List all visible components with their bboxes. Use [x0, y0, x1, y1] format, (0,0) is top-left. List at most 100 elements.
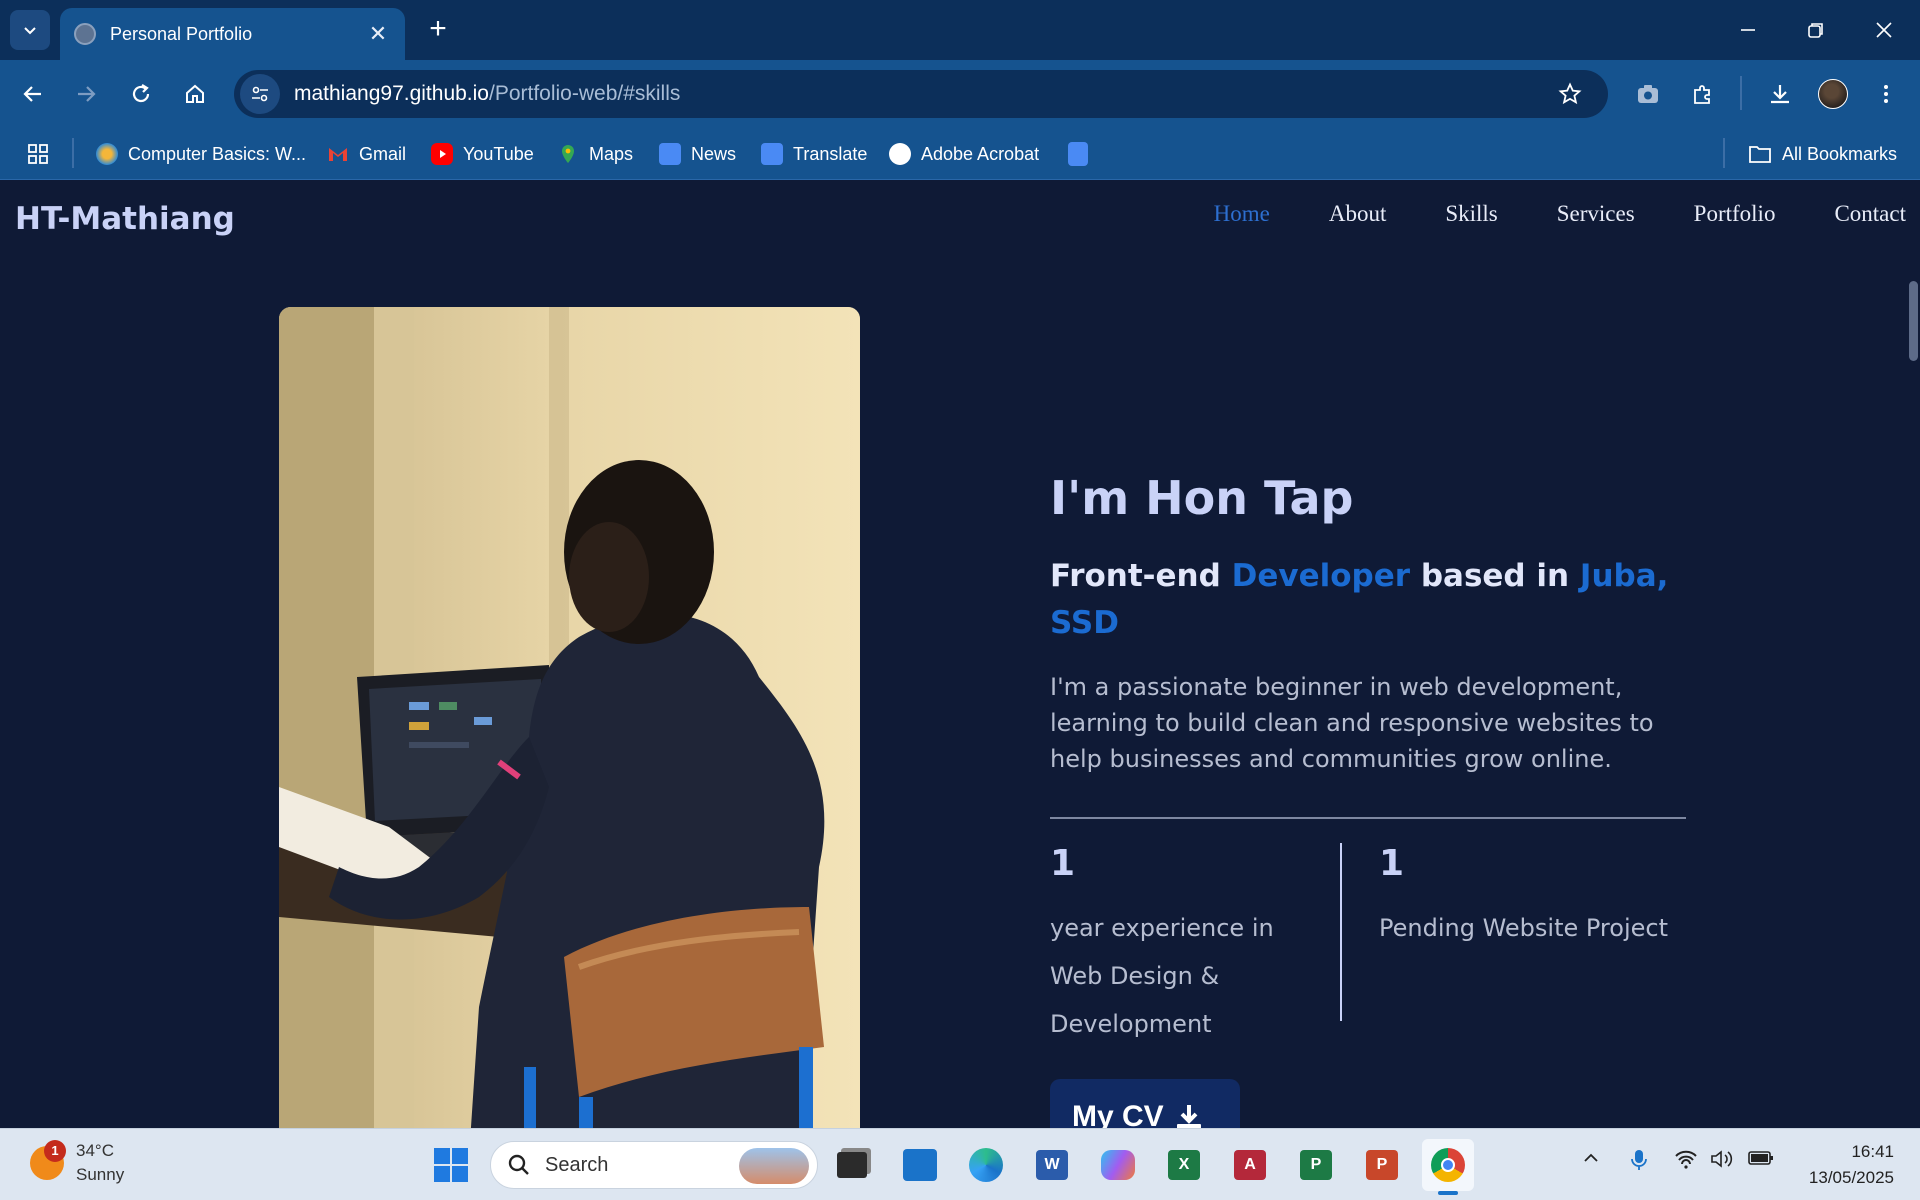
bookmarks-separator	[1723, 138, 1725, 168]
bookmarks-bar: Computer Basics: W... Gmail YouTube Maps…	[0, 128, 1920, 180]
reload-button[interactable]	[121, 74, 161, 114]
bookmark-youtube[interactable]: YouTube	[431, 140, 534, 168]
arrow-left-icon	[23, 86, 41, 102]
hero-subheading: Front-end Developer based in Juba, SSD	[1050, 553, 1690, 647]
show-hidden-icons-button[interactable]	[1582, 1149, 1600, 1173]
microsoft-store-button[interactable]	[894, 1139, 946, 1191]
system-clock[interactable]: 16:41 13/05/2025	[1809, 1139, 1894, 1191]
web-page: HT-Mathiang Home About Skills Services P…	[0, 181, 1906, 1128]
hero-heading: I'm Hon Tap	[1050, 471, 1354, 525]
bookmark-adobe-acrobat[interactable]: Adobe Acrobat	[889, 140, 1039, 168]
active-app-indicator	[1438, 1191, 1458, 1195]
download-icon	[1176, 1105, 1201, 1128]
nav-home[interactable]: Home	[1214, 201, 1270, 227]
task-view-button[interactable]	[826, 1139, 878, 1191]
translate-icon	[761, 143, 783, 165]
screenshot-button[interactable]	[1628, 74, 1668, 114]
powerpoint-button[interactable]: P	[1356, 1139, 1408, 1191]
address-bar[interactable]: mathiang97.github.io/Portfolio-web/#skil…	[234, 70, 1608, 118]
restore-button[interactable]	[1782, 0, 1850, 60]
microphone-button[interactable]	[1630, 1149, 1648, 1177]
taskbar-search[interactable]: Search	[490, 1141, 818, 1189]
close-tab-icon[interactable]: ✕	[365, 21, 391, 47]
folder-icon	[1749, 146, 1771, 163]
extensions-button[interactable]	[1683, 74, 1723, 114]
camera-icon	[1638, 85, 1658, 103]
copilot-button[interactable]	[1092, 1139, 1144, 1191]
word-button[interactable]: W	[1026, 1139, 1078, 1191]
site-nav: Home About Skills Services Portfolio Con…	[1214, 201, 1906, 227]
site-info-button[interactable]	[240, 74, 280, 114]
site-logo[interactable]: HT-Mathiang	[15, 201, 235, 237]
word-icon: W	[1036, 1150, 1068, 1180]
project-button[interactable]: P	[1290, 1139, 1342, 1191]
stats-divider	[1340, 843, 1342, 1021]
wifi-button[interactable]	[1674, 1149, 1698, 1175]
nav-skills[interactable]: Skills	[1445, 201, 1497, 227]
chevron-up-icon	[1584, 1153, 1598, 1162]
clock-date: 13/05/2025	[1808, 1168, 1894, 1187]
access-button[interactable]: A	[1224, 1139, 1276, 1191]
page-scrollbar[interactable]	[1906, 181, 1920, 1128]
stat-projects: 1 Pending Website Project	[1379, 819, 1689, 952]
download-icon	[1771, 85, 1789, 104]
minimize-button[interactable]	[1714, 0, 1782, 60]
powerpoint-icon: P	[1366, 1150, 1398, 1180]
windows-logo-icon	[434, 1148, 468, 1182]
bookmark-news[interactable]: News	[659, 140, 736, 168]
scrollbar-thumb[interactable]	[1909, 281, 1918, 361]
bookmark-maps[interactable]: Maps	[557, 140, 633, 168]
bookmark-computer-basics[interactable]: Computer Basics: W...	[96, 140, 306, 168]
downloads-button[interactable]	[1760, 74, 1800, 114]
toolbar-separator	[1740, 76, 1742, 110]
bookmark-label: Gmail	[359, 143, 407, 164]
edge-button[interactable]	[960, 1139, 1012, 1191]
bookmark-translate[interactable]: Translate	[761, 140, 867, 168]
browser-menu-button[interactable]	[1866, 74, 1906, 114]
all-bookmarks-button[interactable]: All Bookmarks	[1748, 140, 1897, 168]
more-vertical-icon	[1884, 85, 1888, 103]
stats-row: 1 year experience in Web Design & Develo…	[1050, 819, 1690, 1038]
nav-contact[interactable]: Contact	[1834, 201, 1906, 227]
avatar	[1818, 79, 1848, 109]
nav-portfolio[interactable]: Portfolio	[1694, 201, 1776, 227]
url-text[interactable]: mathiang97.github.io/Portfolio-web/#skil…	[294, 82, 1550, 106]
all-bookmarks-label: All Bookmarks	[1782, 143, 1898, 164]
battery-button[interactable]	[1748, 1149, 1774, 1173]
tab-search-button[interactable]	[10, 10, 50, 50]
notification-badge: 1	[44, 1140, 66, 1162]
bookmark-label: Adobe Acrobat	[921, 143, 1040, 164]
bookmark-label: Computer Basics: W...	[128, 143, 307, 164]
volume-button[interactable]	[1710, 1149, 1734, 1175]
home-button[interactable]	[175, 74, 215, 114]
chevron-down-icon	[24, 27, 36, 35]
bookmark-docs[interactable]	[1068, 140, 1098, 168]
start-button[interactable]	[425, 1139, 477, 1191]
youtube-icon	[431, 143, 453, 165]
close-window-button[interactable]	[1850, 0, 1918, 60]
download-cv-button[interactable]: My CV	[1050, 1079, 1240, 1128]
puzzle-icon	[1694, 85, 1710, 104]
apps-button[interactable]	[26, 140, 50, 168]
tab-title: Personal Portfolio	[110, 23, 253, 44]
globe-icon	[889, 143, 911, 165]
active-tab[interactable]: Personal Portfolio ✕	[60, 8, 405, 60]
bookmark-star-button[interactable]	[1550, 74, 1590, 114]
excel-button[interactable]: X	[1158, 1139, 1210, 1191]
globe-icon	[74, 23, 96, 45]
temperature: 34°C	[76, 1141, 114, 1160]
chrome-button[interactable]	[1422, 1139, 1474, 1195]
hero-section: I'm Hon Tap Front-end Developer based in…	[1050, 471, 1690, 1038]
profile-button[interactable]	[1813, 74, 1853, 114]
back-button[interactable]	[13, 74, 53, 114]
stat-label: Pending Website Project	[1379, 914, 1668, 942]
forward-button[interactable]	[66, 74, 106, 114]
weather-widget[interactable]: 1 34°C Sunny	[30, 1139, 124, 1187]
bookmark-gmail[interactable]: Gmail	[327, 140, 406, 168]
nav-services[interactable]: Services	[1557, 201, 1635, 227]
home-icon	[186, 84, 204, 103]
tune-icon	[252, 86, 268, 102]
nav-about[interactable]: About	[1329, 201, 1387, 227]
new-tab-button[interactable]: +	[420, 12, 456, 48]
docs-icon	[1068, 142, 1088, 166]
